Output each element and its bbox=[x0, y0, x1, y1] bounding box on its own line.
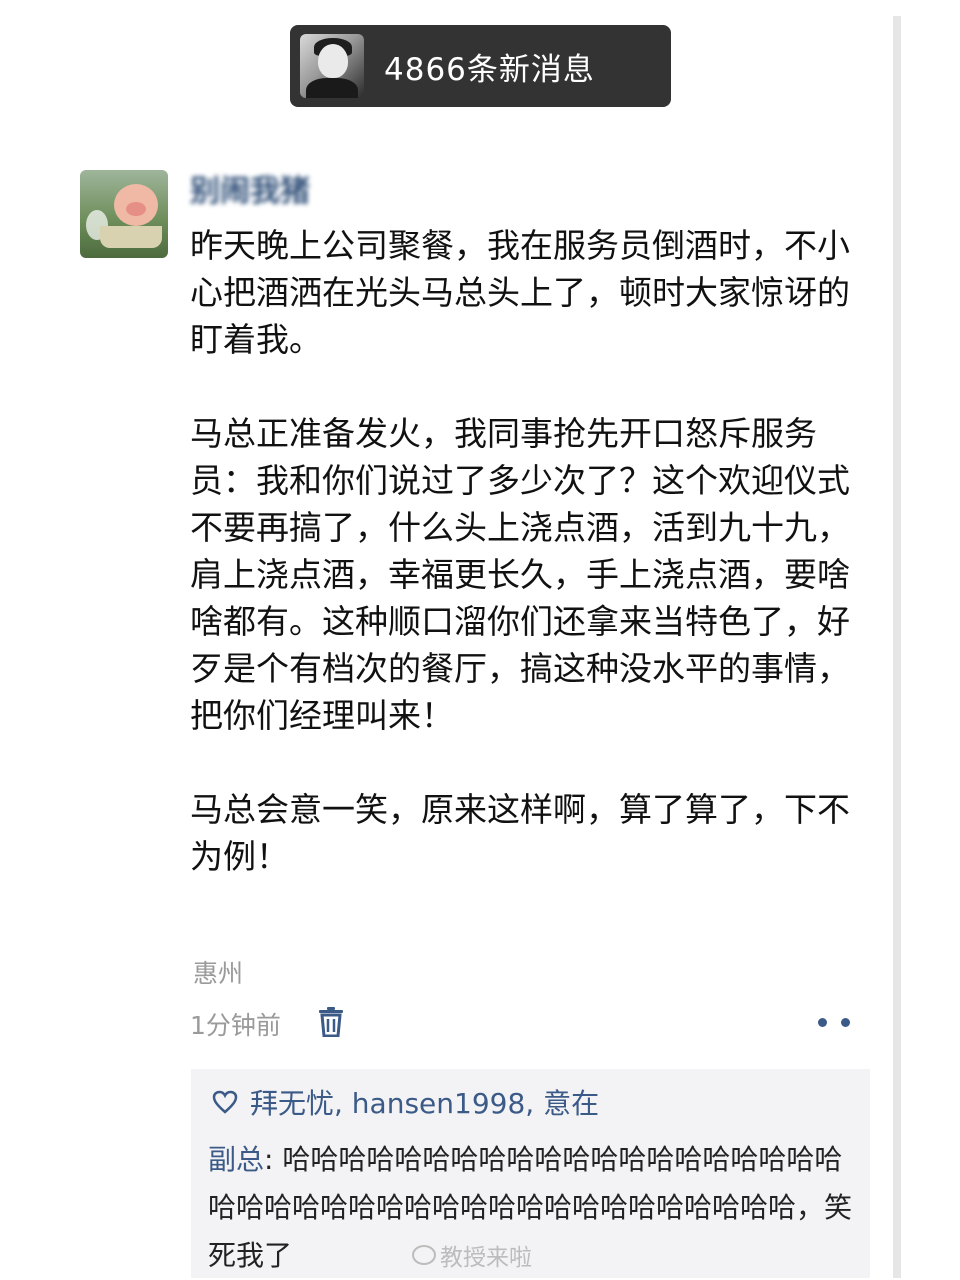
comment-item[interactable]: 副总: 哈哈哈哈哈哈哈哈哈哈哈哈哈哈哈哈哈哈哈哈哈哈哈哈哈哈哈哈哈哈哈哈哈哈哈哈… bbox=[208, 1136, 858, 1280]
weibo-icon bbox=[412, 1245, 436, 1265]
scrollbar[interactable] bbox=[893, 16, 901, 1278]
post-paragraph: 马总会意一笑，原来这样啊，算了算了，下不为例！ bbox=[190, 790, 850, 876]
new-messages-banner[interactable]: 4866条新消息 bbox=[290, 25, 671, 107]
likes-names[interactable]: 拜无忧, hansen1998, 意在 bbox=[250, 1082, 599, 1122]
dot-icon bbox=[841, 1017, 850, 1027]
trash-icon[interactable] bbox=[318, 1007, 344, 1037]
post-location[interactable]: 惠州 bbox=[193, 954, 243, 990]
comment-author[interactable]: 副总 bbox=[208, 1143, 264, 1176]
more-options-button[interactable] bbox=[818, 1010, 850, 1034]
notification-avatar bbox=[300, 34, 364, 98]
post-username[interactable]: 别闹我猪 bbox=[190, 166, 310, 210]
user-avatar[interactable] bbox=[80, 170, 168, 258]
post-timestamp: 1分钟前 bbox=[190, 1011, 281, 1040]
dot-icon bbox=[818, 1017, 827, 1027]
post-paragraph: 昨天晚上公司聚餐，我在服务员倒酒时，不小心把酒洒在光头马总头上了，顿时大家惊讶的… bbox=[190, 226, 850, 359]
watermark: 教授来啦 bbox=[412, 1238, 532, 1272]
watermark-text: 教授来啦 bbox=[440, 1245, 532, 1271]
comment-separator: : bbox=[264, 1143, 283, 1176]
post-body: 昨天晚上公司聚餐，我在服务员倒酒时，不小心把酒洒在光头马总头上了，顿时大家惊讶的… bbox=[190, 222, 880, 880]
heart-icon bbox=[212, 1090, 238, 1114]
likes-row: 拜无忧, hansen1998, 意在 bbox=[212, 1082, 599, 1122]
post-paragraph: 马总正准备发火，我同事抢先开口怒斥服务员：我和你们说过了多少次了？这个欢迎仪式不… bbox=[190, 414, 850, 735]
new-messages-count: 4866条新消息 bbox=[384, 51, 595, 88]
